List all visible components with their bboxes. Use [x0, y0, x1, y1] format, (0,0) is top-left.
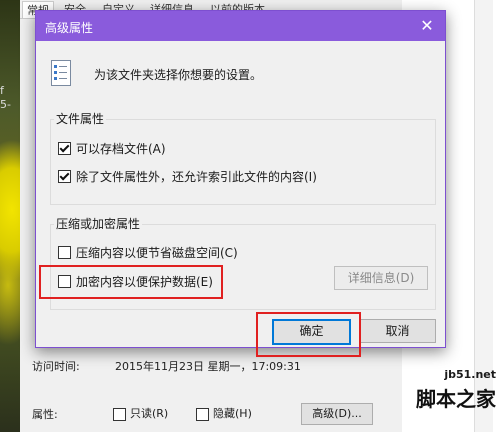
watermark-url: jb51.net [444, 368, 496, 381]
hidden-checkbox-box[interactable] [196, 407, 209, 421]
advanced-button[interactable]: 高级(D)... [301, 403, 373, 425]
hidden-label: 隐藏(H) [213, 407, 252, 420]
readonly-checkbox-box[interactable] [113, 407, 126, 421]
cancel-button[interactable]: 取消 [359, 319, 436, 343]
dialog-title: 高级属性 [45, 21, 94, 35]
hidden-checkbox[interactable]: 隐藏(H) [196, 405, 252, 421]
desktop-label: 5- [0, 98, 11, 111]
readonly-label: 只读(R) [130, 407, 169, 420]
archive-checkbox[interactable]: 可以存档文件(A) [58, 140, 166, 157]
compress-encrypt-title: 压缩或加密属性 [54, 215, 143, 232]
accessed-value: 2015年11月23日 星期一，17:09:31 [115, 360, 301, 373]
dialog-titlebar[interactable]: 高级属性 ✕ [36, 11, 445, 41]
details-button[interactable]: 详细信息(D) [334, 266, 428, 290]
desktop-label: f [0, 84, 4, 97]
accessed-label: 访问时间: [32, 360, 80, 373]
watermark-logo-text: 脚本之家 [416, 387, 496, 411]
ok-highlight-box [256, 312, 361, 357]
settings-document-icon [51, 60, 71, 86]
index-checkbox-box[interactable] [58, 170, 71, 183]
file-attributes-title: 文件属性 [54, 110, 107, 127]
readonly-checkbox[interactable]: 只读(R) [113, 405, 168, 421]
compress-label: 压缩内容以便节省磁盘空间(C) [76, 246, 238, 260]
archive-label: 可以存档文件(A) [76, 142, 166, 156]
index-checkbox[interactable]: 除了文件属性外，还允许索引此文件的内容(I) [58, 168, 317, 185]
compress-checkbox[interactable]: 压缩内容以便节省磁盘空间(C) [58, 244, 238, 261]
compress-checkbox-box[interactable] [58, 246, 71, 259]
close-icon[interactable]: ✕ [417, 16, 437, 36]
file-attributes-group [50, 119, 436, 205]
watermark: jb51.net 脚本之家 [416, 368, 496, 412]
intro-text: 为该文件夹选择你想要的设置。 [94, 68, 263, 82]
index-label: 除了文件属性外，还允许索引此文件的内容(I) [76, 170, 317, 184]
attributes-label: 属性: [32, 408, 58, 421]
encrypt-highlight-box [39, 265, 223, 299]
archive-checkbox-box[interactable] [58, 142, 71, 155]
